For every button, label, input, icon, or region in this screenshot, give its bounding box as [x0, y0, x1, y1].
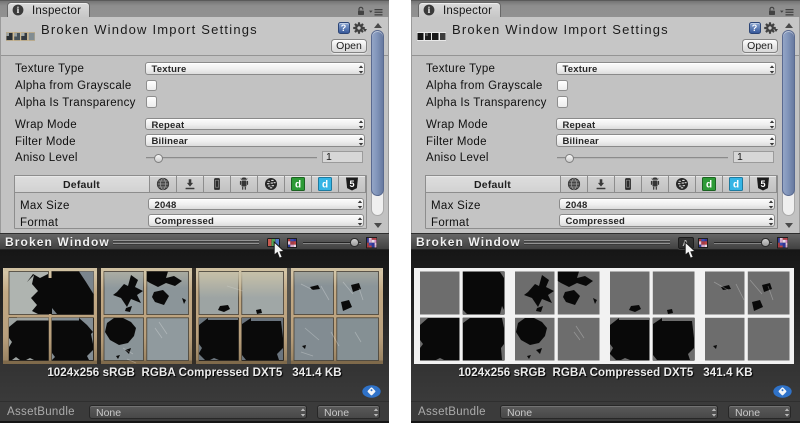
- svg-text:5: 5: [760, 179, 765, 189]
- svg-text:i: i: [17, 6, 20, 16]
- svg-text:5: 5: [349, 179, 354, 189]
- svg-text:i: i: [428, 6, 431, 16]
- svg-text:d: d: [732, 180, 738, 191]
- svg-text:d: d: [705, 180, 711, 191]
- svg-text:d: d: [321, 180, 327, 191]
- svg-text:d: d: [294, 180, 300, 191]
